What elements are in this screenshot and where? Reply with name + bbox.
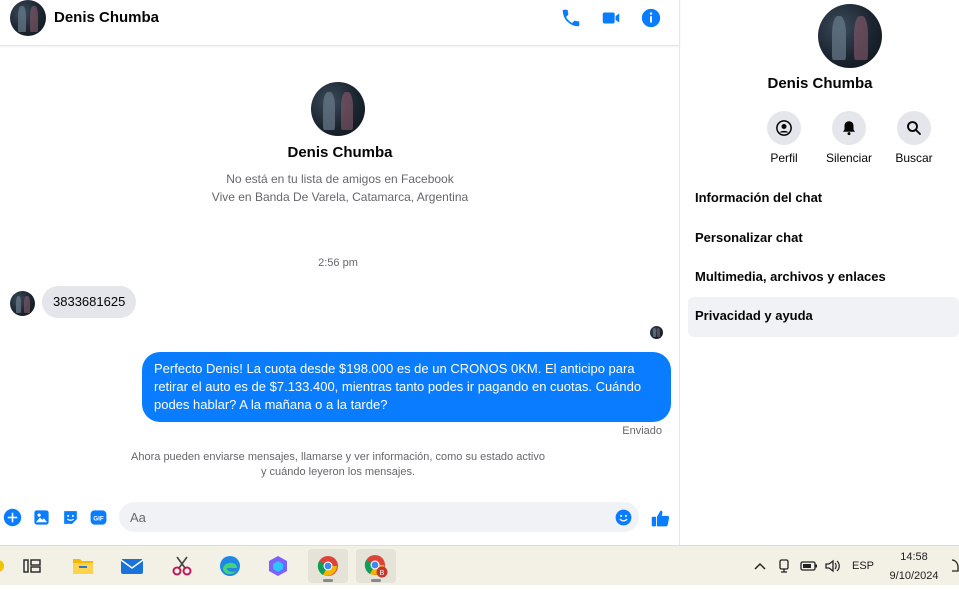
menu-chat-info[interactable]: Información del chat xyxy=(688,179,959,219)
copilot-icon xyxy=(269,556,287,576)
read-receipt-avatar xyxy=(650,326,663,339)
privacy-notice: Ahora pueden enviarse mensajes, llamarse… xyxy=(120,450,556,480)
notification-icon[interactable] xyxy=(950,556,959,576)
profile-icon xyxy=(776,120,792,136)
composer: GIF Aa xyxy=(0,498,680,540)
taskbar-chrome-profile[interactable]: B xyxy=(356,549,396,583)
bell-icon xyxy=(843,121,855,136)
taskbar-chrome[interactable] xyxy=(308,549,348,583)
privacy-notice-line2: y cuándo leyeron los mensajes. xyxy=(260,466,416,478)
search-action[interactable]: Buscar xyxy=(884,111,944,165)
chat-pane: Denis Chumba Denis Chumba No está en tu … xyxy=(0,0,680,545)
message-status: Enviado xyxy=(622,425,662,437)
incoming-message[interactable]: 3833681625 xyxy=(42,286,137,318)
clock-date: 9/10/2024 xyxy=(889,570,939,582)
search-icon xyxy=(907,121,921,135)
location-icon[interactable] xyxy=(777,558,791,574)
message-timestamp: 2:56 pm xyxy=(318,257,358,269)
battery-icon[interactable] xyxy=(800,559,818,573)
sticker-icon[interactable] xyxy=(61,508,80,527)
gif-icon[interactable]: GIF xyxy=(89,508,108,527)
mute-action-label: Silenciar xyxy=(825,151,873,165)
chat-header: Denis Chumba xyxy=(0,0,680,46)
profile-action-label: Perfil xyxy=(770,151,798,165)
profile-avatar[interactable] xyxy=(311,82,365,136)
clock-time: 14:58 xyxy=(900,551,928,563)
taskbar-file-explorer[interactable] xyxy=(63,549,103,583)
mute-action[interactable]: Silenciar xyxy=(819,111,879,165)
profile-location: Vive en Banda De Varela, Catamarca, Arge… xyxy=(211,190,469,204)
video-call-icon[interactable] xyxy=(600,7,622,29)
outgoing-message[interactable]: Perfecto Denis! La cuota desde $198.000 … xyxy=(142,352,671,422)
mail-icon xyxy=(120,559,144,574)
thumbs-up-icon[interactable] xyxy=(650,508,671,529)
taskbar-mail[interactable] xyxy=(112,549,152,583)
taskbar-copilot[interactable] xyxy=(258,549,298,583)
sender-avatar xyxy=(10,291,35,316)
menu-customize-chat[interactable]: Personalizar chat xyxy=(688,219,959,259)
emoji-icon[interactable] xyxy=(614,508,633,527)
menu-privacy-help[interactable]: Privacidad y ayuda xyxy=(688,297,959,337)
windows-taskbar: B ESP 14:58 9/10/2024 xyxy=(0,545,959,585)
svg-text:GIF: GIF xyxy=(93,516,104,523)
info-icon[interactable] xyxy=(640,7,662,29)
header-avatar[interactable] xyxy=(10,0,46,36)
privacy-notice-line1: Ahora pueden enviarse mensajes, llamarse… xyxy=(131,451,545,463)
plus-icon[interactable] xyxy=(3,508,22,527)
header-contact-name[interactable]: Denis Chumba xyxy=(54,9,159,26)
menu-media-files-links[interactable]: Multimedia, archivos y enlaces xyxy=(688,258,959,298)
task-view-icon xyxy=(23,559,41,573)
file-explorer-icon xyxy=(73,559,93,574)
taskbar-snipping-tool[interactable] xyxy=(162,549,202,583)
chrome-profile-icon: B xyxy=(364,555,388,578)
message-input[interactable]: Aa xyxy=(119,502,639,532)
clock[interactable]: 14:58 9/10/2024 xyxy=(884,550,944,590)
info-avatar[interactable] xyxy=(818,4,882,68)
snipping-tool-icon xyxy=(172,556,192,576)
chat-info-panel: Denis Chumba Perfil Silenciar Buscar Inf… xyxy=(681,0,959,545)
profile-name: Denis Chumba xyxy=(287,144,393,161)
svg-text:B: B xyxy=(380,570,385,577)
info-contact-name: Denis Chumba xyxy=(767,75,873,92)
language-indicator[interactable]: ESP xyxy=(852,560,874,574)
phone-icon[interactable] xyxy=(560,7,582,29)
taskbar-task-view[interactable] xyxy=(12,549,52,583)
widget-icon[interactable] xyxy=(0,556,6,576)
volume-icon[interactable] xyxy=(824,558,842,574)
gallery-icon[interactable] xyxy=(32,508,51,527)
search-action-label: Buscar xyxy=(895,151,933,165)
chevron-up-icon[interactable] xyxy=(753,559,767,573)
profile-friend-status: No está en tu lista de amigos en Faceboo… xyxy=(226,172,454,186)
taskbar-edge[interactable] xyxy=(210,549,250,583)
edge-icon xyxy=(220,556,240,576)
profile-action[interactable]: Perfil xyxy=(754,111,814,165)
chrome-icon xyxy=(317,556,338,576)
